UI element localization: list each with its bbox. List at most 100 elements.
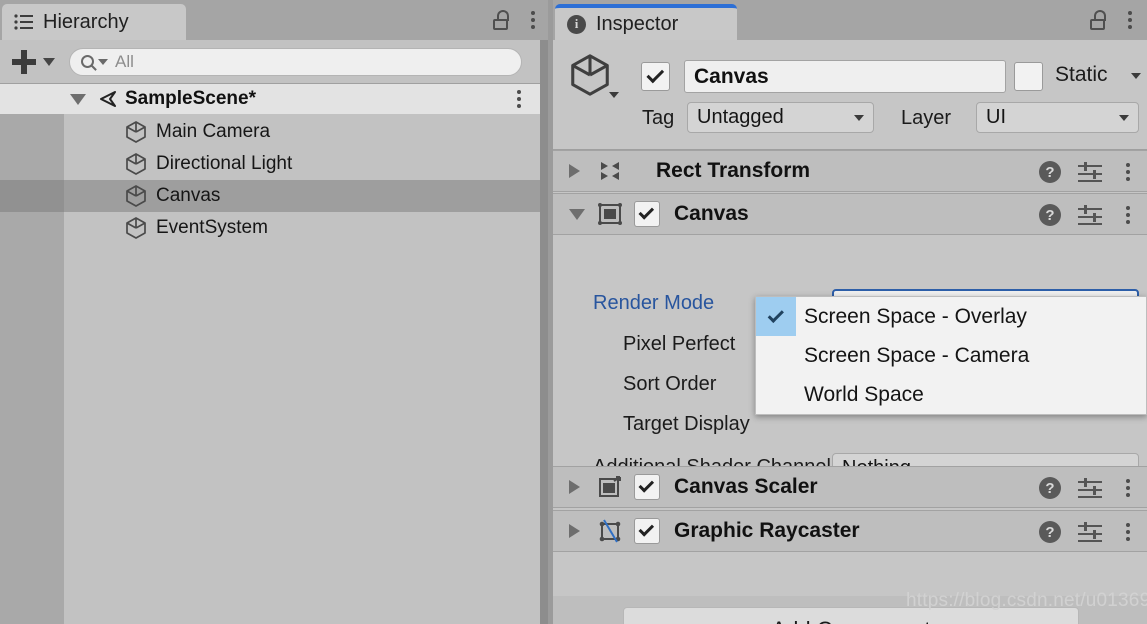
lock-open-icon[interactable]: [1090, 10, 1107, 30]
preset-sliders-icon[interactable]: [1078, 477, 1102, 499]
scene-foldout-icon[interactable]: [70, 93, 86, 105]
preset-sliders-icon[interactable]: [1078, 161, 1102, 183]
component-header-actions: ?: [1039, 511, 1137, 553]
popup-option-check-highlight: [756, 297, 796, 336]
render-mode-label: Render Mode: [593, 292, 715, 314]
hierarchy-panel: Hierarchy All SampleScene* Main Camera D…: [0, 0, 548, 624]
graphic-raycaster-icon: [599, 519, 621, 543]
check-icon: [638, 477, 655, 493]
pixel-perfect-label: Pixel Perfect: [623, 333, 736, 355]
hierarchy-toolbar: All: [0, 40, 548, 84]
inspector-kebab-menu-icon[interactable]: [1121, 6, 1139, 34]
layer-label: Layer: [901, 107, 952, 129]
component-enabled-checkbox[interactable]: [634, 201, 660, 227]
add-component-area: Add Component: [553, 596, 1147, 624]
hierarchy-kebab-menu-icon[interactable]: [524, 6, 542, 34]
component-enabled-checkbox[interactable]: [634, 518, 660, 544]
plus-icon: [12, 49, 36, 74]
help-question-icon[interactable]: ?: [1039, 204, 1061, 226]
component-header-actions: ?: [1039, 467, 1137, 509]
hierarchy-scene-row[interactable]: SampleScene*: [0, 84, 540, 114]
preset-sliders-icon[interactable]: [1078, 521, 1102, 543]
sort-order-label: Sort Order: [623, 373, 717, 395]
static-checkbox[interactable]: [1014, 62, 1043, 91]
canvas-scaler-icon: [599, 476, 621, 497]
static-chevron-down-icon[interactable]: [1131, 73, 1141, 79]
static-label: Static: [1055, 63, 1108, 86]
check-icon: [638, 204, 655, 220]
tab-hierarchy[interactable]: Hierarchy: [2, 4, 186, 40]
hierarchy-search-input[interactable]: All: [69, 47, 522, 76]
hierarchy-item-directional-light[interactable]: Directional Light: [64, 148, 540, 180]
popup-option-world-space[interactable]: World Space: [756, 375, 1146, 414]
foldout-expanded-icon[interactable]: [569, 208, 585, 220]
gameobject-name-input[interactable]: Canvas: [684, 60, 1006, 93]
prefab-chevron-down-icon[interactable]: [609, 92, 619, 98]
hierarchy-tab-icons: [493, 6, 542, 34]
preset-sliders-icon[interactable]: [1078, 204, 1102, 226]
component-kebab-menu-icon[interactable]: [1119, 467, 1137, 509]
popup-option-screen-space-overlay[interactable]: Screen Space - Overlay: [756, 297, 1146, 336]
gameobject-enabled-checkbox[interactable]: [641, 62, 670, 91]
popup-option-label: Screen Space - Overlay: [804, 304, 1027, 328]
layer-dropdown[interactable]: UI: [976, 102, 1139, 133]
layer-value: UI: [986, 106, 1006, 128]
inspector-tab-icons: [1090, 6, 1139, 34]
scene-kebab-menu-icon[interactable]: [510, 84, 528, 114]
check-icon: [767, 306, 784, 323]
popup-option-screen-space-camera[interactable]: Screen Space - Camera: [756, 336, 1146, 375]
tab-inspector-label: Inspector: [596, 12, 679, 35]
lock-open-icon[interactable]: [493, 10, 510, 30]
search-filter-chevron-icon: [98, 58, 108, 65]
panel-divider[interactable]: [540, 40, 548, 624]
hierarchy-add-button[interactable]: [12, 49, 55, 74]
popup-option-label: Screen Space - Camera: [804, 343, 1030, 367]
component-header-graphic-raycaster[interactable]: Graphic Raycaster ?: [553, 510, 1147, 552]
hierarchy-list-icon: [14, 14, 33, 30]
foldout-collapsed-icon[interactable]: [569, 164, 580, 178]
help-question-icon[interactable]: ?: [1039, 477, 1061, 499]
component-kebab-menu-icon[interactable]: [1119, 194, 1137, 236]
gameobject-cube-icon: [571, 54, 609, 96]
component-header-canvas[interactable]: Canvas ?: [553, 193, 1147, 235]
component-header-actions: ?: [1039, 151, 1137, 193]
component-header-canvas-scaler[interactable]: Canvas Scaler ?: [553, 466, 1147, 508]
tag-dropdown[interactable]: Untagged: [687, 102, 874, 133]
tag-value: Untagged: [697, 106, 784, 128]
hierarchy-item-canvas[interactable]: Canvas: [64, 180, 540, 212]
component-kebab-menu-icon[interactable]: [1119, 511, 1137, 553]
hierarchy-item-label: Canvas: [156, 185, 221, 206]
hierarchy-item-label: Directional Light: [156, 153, 293, 174]
check-icon: [638, 521, 655, 537]
popup-option-label: World Space: [804, 382, 924, 406]
foldout-collapsed-icon[interactable]: [569, 524, 580, 538]
unity-scene-icon: [100, 91, 116, 107]
hierarchy-search-text: All: [115, 51, 134, 71]
render-mode-popup-menu[interactable]: Screen Space - Overlay Screen Space - Ca…: [755, 296, 1147, 415]
foldout-collapsed-icon[interactable]: [569, 480, 580, 494]
canvas-icon: [598, 203, 622, 225]
hierarchy-gutter: [0, 84, 64, 624]
check-icon: [645, 65, 664, 84]
rect-transform-icon: [601, 162, 619, 180]
hierarchy-selected-gutter: [0, 180, 64, 212]
tab-hierarchy-label: Hierarchy: [43, 10, 129, 33]
component-title: Canvas: [674, 202, 749, 225]
gameobject-cube-icon: [126, 153, 146, 175]
hierarchy-item-main-camera[interactable]: Main Camera: [64, 116, 540, 148]
hierarchy-item-label: EventSystem: [156, 217, 268, 238]
chevron-down-icon: [43, 57, 55, 66]
add-component-button[interactable]: Add Component: [623, 607, 1079, 624]
help-question-icon[interactable]: ?: [1039, 161, 1061, 183]
target-display-label: Target Display: [623, 413, 750, 435]
tag-label: Tag: [642, 107, 675, 129]
hierarchy-item-eventsystem[interactable]: EventSystem: [64, 212, 540, 244]
hierarchy-tab-row: Hierarchy: [0, 0, 548, 40]
component-header-rect-transform[interactable]: Rect Transform ?: [553, 150, 1147, 192]
tab-inspector[interactable]: i Inspector: [555, 4, 737, 40]
info-icon: i: [567, 14, 586, 34]
gameobject-cube-icon: [126, 121, 146, 143]
help-question-icon[interactable]: ?: [1039, 521, 1061, 543]
component-kebab-menu-icon[interactable]: [1119, 151, 1137, 193]
component-enabled-checkbox[interactable]: [634, 474, 660, 500]
